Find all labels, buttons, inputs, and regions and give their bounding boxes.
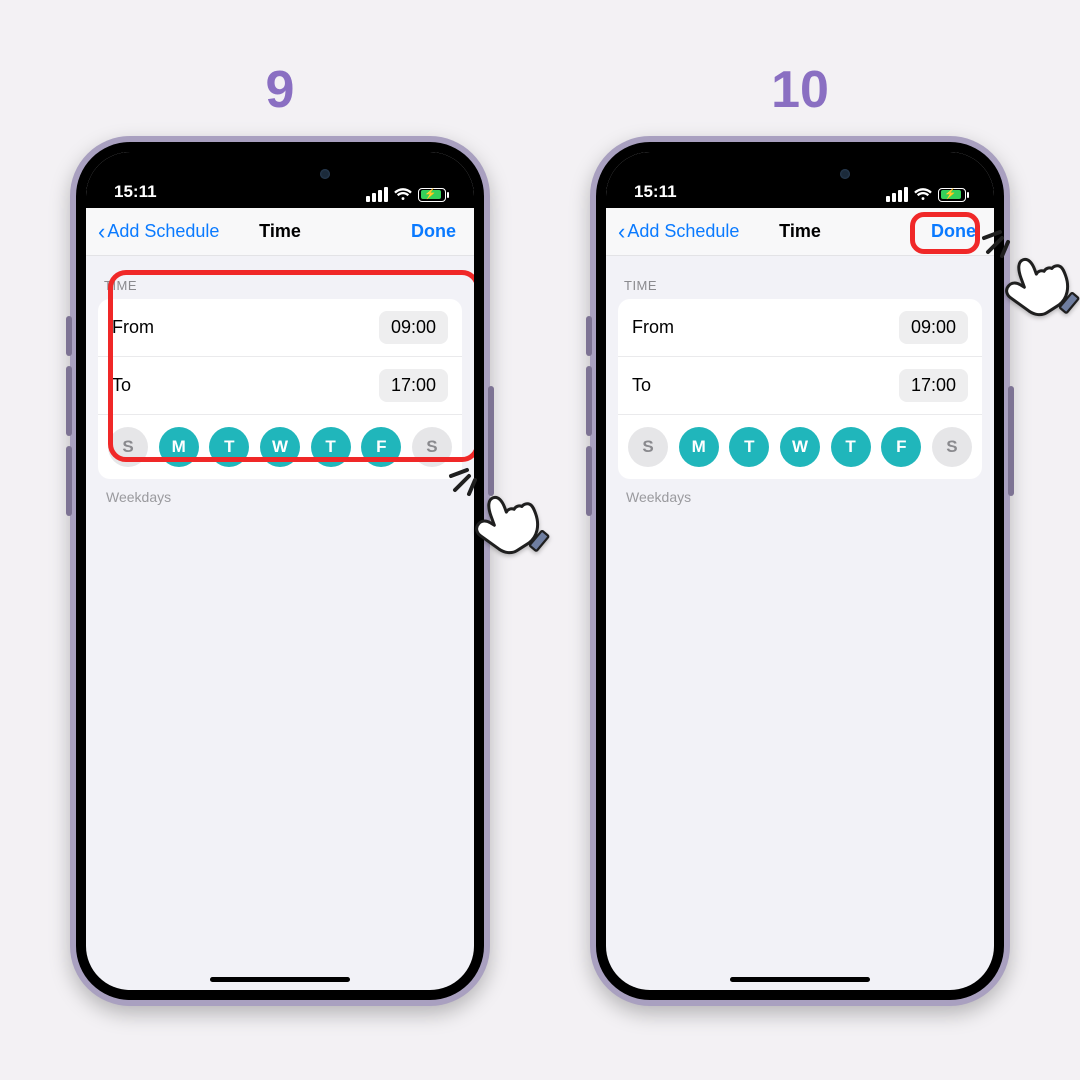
day-toggle-1[interactable]: M xyxy=(159,427,199,467)
volume-button xyxy=(586,446,592,516)
back-button[interactable]: ‹ Add Schedule xyxy=(618,221,739,243)
power-button xyxy=(1008,386,1014,496)
time-card: From 09:00 To 17:00 SMTWTFS xyxy=(618,299,982,479)
to-label: To xyxy=(112,375,131,396)
wifi-icon xyxy=(394,188,412,202)
step-10: 10 15:11 ⚡ xyxy=(570,60,1030,1040)
day-toggle-4[interactable]: T xyxy=(831,427,871,467)
volume-button xyxy=(586,366,592,436)
nav-bar: ‹ Add Schedule Time Done xyxy=(606,208,994,256)
to-time[interactable]: 17:00 xyxy=(899,369,968,402)
status-time: 15:11 xyxy=(634,182,677,202)
nav-bar: ‹ Add Schedule Time Done xyxy=(86,208,474,256)
to-row[interactable]: To 17:00 xyxy=(98,356,462,414)
day-toggle-1[interactable]: M xyxy=(679,427,719,467)
wifi-icon xyxy=(914,188,932,202)
to-row[interactable]: To 17:00 xyxy=(618,356,982,414)
days-summary: Weekdays xyxy=(106,489,454,505)
days-row: SMTWTFS xyxy=(618,414,982,479)
signal-icon xyxy=(886,187,908,202)
to-label: To xyxy=(632,375,651,396)
signal-icon xyxy=(366,187,388,202)
step-number: 10 xyxy=(771,60,829,120)
chevron-left-icon: ‹ xyxy=(618,221,625,243)
phone-frame: 15:11 ⚡ ‹ Add Schedule Time Do xyxy=(70,136,490,1006)
back-button[interactable]: ‹ Add Schedule xyxy=(98,221,219,243)
back-label: Add Schedule xyxy=(107,221,219,242)
tap-hand-icon xyxy=(460,470,550,560)
days-summary: Weekdays xyxy=(626,489,974,505)
home-indicator[interactable] xyxy=(210,977,350,982)
battery-icon: ⚡ xyxy=(938,188,966,202)
tap-hand-icon xyxy=(990,232,1080,322)
day-toggle-5[interactable]: F xyxy=(881,427,921,467)
day-toggle-3[interactable]: W xyxy=(260,427,300,467)
step-number: 9 xyxy=(266,60,295,120)
day-toggle-2[interactable]: T xyxy=(729,427,769,467)
chevron-left-icon: ‹ xyxy=(98,221,105,243)
step-9: 9 15:11 ⚡ xyxy=(50,60,510,1040)
dynamic-island xyxy=(220,158,340,190)
section-header: TIME xyxy=(104,278,456,293)
section-header: TIME xyxy=(624,278,976,293)
from-time[interactable]: 09:00 xyxy=(379,311,448,344)
status-time: 15:11 xyxy=(114,182,157,202)
day-toggle-6[interactable]: S xyxy=(932,427,972,467)
day-toggle-2[interactable]: T xyxy=(209,427,249,467)
volume-button xyxy=(66,446,72,516)
day-toggle-0[interactable]: S xyxy=(108,427,148,467)
phone-frame: 15:11 ⚡ ‹ Add Schedule Time Do xyxy=(590,136,1010,1006)
volume-button xyxy=(586,316,592,356)
battery-icon: ⚡ xyxy=(418,188,446,202)
page-title: Time xyxy=(779,221,821,242)
done-button[interactable]: Done xyxy=(405,217,462,246)
day-toggle-0[interactable]: S xyxy=(628,427,668,467)
volume-button xyxy=(66,316,72,356)
day-toggle-4[interactable]: T xyxy=(311,427,351,467)
days-row: SMTWTFS xyxy=(98,414,462,479)
from-label: From xyxy=(632,317,674,338)
from-row[interactable]: From 09:00 xyxy=(98,299,462,356)
time-card: From 09:00 To 17:00 SMTWTFS xyxy=(98,299,462,479)
dynamic-island xyxy=(740,158,860,190)
volume-button xyxy=(66,366,72,436)
page-title: Time xyxy=(259,221,301,242)
day-toggle-5[interactable]: F xyxy=(361,427,401,467)
from-row[interactable]: From 09:00 xyxy=(618,299,982,356)
from-label: From xyxy=(112,317,154,338)
done-button[interactable]: Done xyxy=(925,217,982,246)
from-time[interactable]: 09:00 xyxy=(899,311,968,344)
back-label: Add Schedule xyxy=(627,221,739,242)
day-toggle-3[interactable]: W xyxy=(780,427,820,467)
home-indicator[interactable] xyxy=(730,977,870,982)
to-time[interactable]: 17:00 xyxy=(379,369,448,402)
